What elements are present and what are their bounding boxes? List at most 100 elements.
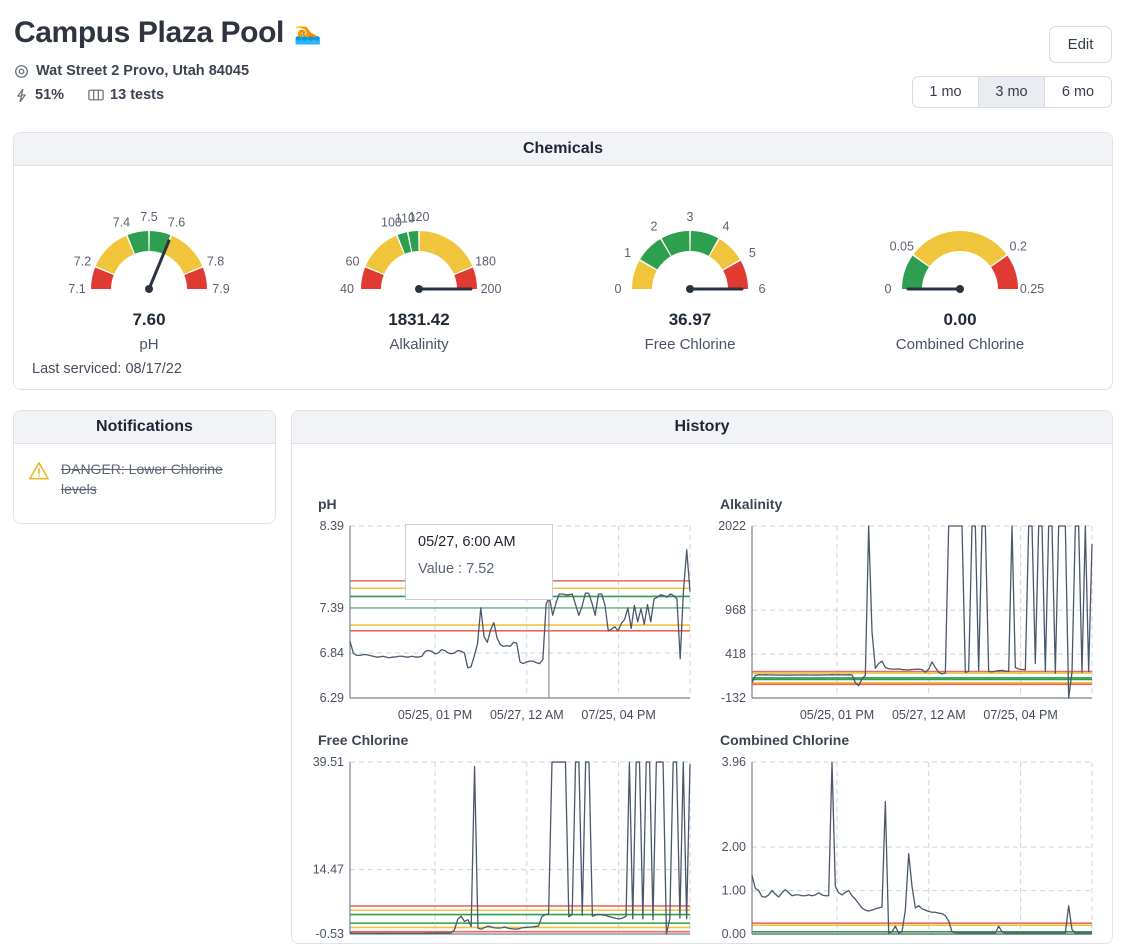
chart-y-tick-label: -0.53 xyxy=(316,927,345,941)
gauge-tick-label: 40 xyxy=(340,282,354,296)
chart-y-tick-label: 39.51 xyxy=(313,755,344,769)
gauge-tick-label: 7.8 xyxy=(207,254,224,268)
chart-plot: 0.001.002.003.9605/25, 01 PM05/27, 12 AM… xyxy=(722,755,1093,941)
stats-line: 51% 13 tests xyxy=(14,87,164,103)
gauge-label: pH xyxy=(139,336,159,353)
gauge-tick-label: 4 xyxy=(723,220,730,234)
gauge-dial: 0 1 2 3 4 5 6 xyxy=(615,210,766,296)
gauge-row: 7.1 7.2 7.4 7.5 7.6 7.8 7.9 7.60 pH 40 60 100 110 120… xyxy=(14,166,1112,353)
notifications-card: Notifications DANGER: Lower Chlorine lev… xyxy=(13,410,276,524)
gauge-ph: 7.1 7.2 7.4 7.5 7.6 7.8 7.9 7.60 pH xyxy=(14,194,284,369)
gauge-segment xyxy=(419,231,473,274)
page-header: Campus Plaza Pool 🏊 Wat Street 2 Provo, … xyxy=(0,0,1126,118)
history-card-title: History xyxy=(292,411,1112,444)
gauge-tick-label: 120 xyxy=(409,210,430,224)
gauge-tick-label: 0 xyxy=(615,282,622,296)
notifications-card-title: Notifications xyxy=(14,411,275,444)
chart-plot: -0.5314.4739.5105/25, 01 PM05/27, 12 AM0… xyxy=(313,755,691,941)
address-line: Wat Street 2 Provo, Utah 84045 xyxy=(14,63,249,79)
gauge-tick-label: 0.25 xyxy=(1020,282,1044,296)
gauge-segment xyxy=(913,231,1007,267)
range-button-3mo[interactable]: 3 mo xyxy=(979,77,1045,107)
gauge-free-chlorine: 0 1 2 3 4 5 6 36.97 Free Chlorine xyxy=(555,194,825,369)
chart-y-tick-label: 3.96 xyxy=(722,755,746,769)
chart-alkalinity: Alkalinity -132 418 968 2022 05/25, 01 PM 05/2… xyxy=(704,496,1102,736)
gauge-label: Combined Chlorine xyxy=(895,336,1025,353)
chart-y-tick-label: 8.39 xyxy=(320,519,344,533)
chart-y-tick-label: 7.39 xyxy=(320,601,344,615)
chart-y-tick-label: 418 xyxy=(725,647,746,661)
gauge-tick-label: 7.6 xyxy=(168,215,185,229)
chart-plot: -132 418 968 2022 05/25, 01 PM 05/27, 12 AM 07… xyxy=(718,519,1093,722)
gauge-tick-label: 0 xyxy=(885,282,892,296)
range-button-1mo[interactable]: 1 mo xyxy=(913,77,979,107)
chart-title: Combined Chlorine xyxy=(720,732,850,748)
chart-free-chlorine: Free Chlorine-0.5314.4739.5105/25, 01 PM… xyxy=(302,732,700,943)
gauge-dial: 4060100110120180200 xyxy=(340,210,501,296)
edit-button[interactable]: Edit xyxy=(1049,26,1112,63)
gauge-value: 1831.42 xyxy=(388,310,450,329)
chart-y-tick-label: -132 xyxy=(721,691,746,705)
chart-y-tick-label: 14.47 xyxy=(313,863,344,877)
chart-x-tick-label: 05/27, 12 AM xyxy=(892,708,966,722)
health-percent: 51% xyxy=(35,87,65,103)
range-button-6mo[interactable]: 6 mo xyxy=(1045,77,1111,107)
history-charts: pH 6.29 6.84 7.39 8.39 05/25, 01 PM 05/27, 12 … xyxy=(292,444,1112,942)
chemicals-card-title: Chemicals xyxy=(14,133,1112,166)
gauge-needle-hub xyxy=(686,285,694,293)
gauge-segment xyxy=(365,235,404,274)
gauge-tick-label: 1 xyxy=(624,246,631,260)
time-range-toggle[interactable]: 1 mo 3 mo 6 mo xyxy=(912,76,1112,108)
chart-tooltip: 05/27, 6:00 AM Value : 7.52 xyxy=(405,524,553,600)
gauge-needle-hub xyxy=(415,285,423,293)
chart-x-tick-label: 07/25, 04 PM xyxy=(983,708,1057,722)
gauge-tick-label: 7.1 xyxy=(68,282,85,296)
gauge-value: 0.00 xyxy=(943,310,977,329)
gauge-tick-label: 7.5 xyxy=(140,210,157,224)
gauge-tick-label: 7.9 xyxy=(212,282,229,296)
notification-item[interactable]: DANGER: Lower Chlorine levels xyxy=(14,444,275,516)
gauge-tick-label: 6 xyxy=(759,282,766,296)
chart-x-tick-label: 05/25, 01 PM xyxy=(398,708,472,722)
swimmer-icon: 🏊 xyxy=(293,19,322,45)
history-card: History pH 6.29 6.84 7.39 8.39 05/25, 01 PM 05… xyxy=(291,410,1113,944)
last-serviced-text: Last serviced: 08/17/22 xyxy=(32,361,182,377)
pool-detail-page: Campus Plaza Pool 🏊 Wat Street 2 Provo, … xyxy=(0,0,1126,949)
tooltip-time: 05/27, 6:00 AM xyxy=(418,534,516,550)
chart-y-tick-label: 1.00 xyxy=(722,884,746,898)
chart-y-tick-label: 2022 xyxy=(718,519,746,533)
chart-y-tick-label: 6.84 xyxy=(320,646,344,660)
chart-title: Alkalinity xyxy=(720,496,783,512)
gauge-needle-hub xyxy=(145,285,153,293)
title-row: Campus Plaza Pool 🏊 xyxy=(14,16,321,49)
gauge-tick-label: 7.4 xyxy=(113,215,130,229)
tooltip-value: Value : 7.52 xyxy=(418,561,495,577)
columns-icon xyxy=(88,88,104,102)
chart-y-tick-label: 2.00 xyxy=(722,840,746,854)
gauge-alkalinity: 40 60 100 110 120 180 200 1831.42 Alkalinity xyxy=(284,194,554,369)
chart-combined-chlorine: Combined Chlorine0.001.002.003.9605/25, … xyxy=(704,732,1102,943)
gauge-tick-label: 0.2 xyxy=(1010,240,1027,254)
map-pin-icon xyxy=(14,64,29,79)
address-text: Wat Street 2 Provo, Utah 84045 xyxy=(36,63,250,79)
chart-x-tick-label: 07/25, 04 PM xyxy=(581,708,655,722)
gauge-segment xyxy=(95,235,134,274)
chart-title: pH xyxy=(318,496,337,512)
gauge-label: Free Chlorine xyxy=(644,336,736,353)
notification-text: DANGER: Lower Chlorine levels xyxy=(61,461,223,497)
gauge-tick-label: 0.05 xyxy=(890,240,914,254)
chart-x-tick-label: 05/27, 12 AM xyxy=(490,708,564,722)
chemicals-card: Chemicals 7.1 7.2 7.4 7.5 7.6 7.8 7.9 7.60 pH 40 6… xyxy=(13,132,1113,390)
warning-triangle-icon xyxy=(28,460,50,482)
gauge-tick-label: 180 xyxy=(475,254,496,268)
gauge-tick-label: 2 xyxy=(651,220,658,234)
chart-x-tick-label: 05/25, 01 PM xyxy=(800,708,874,722)
gauge-tick-label: 5 xyxy=(749,246,756,260)
chart-ph: pH 6.29 6.84 7.39 8.39 05/25, 01 PM 05/27, 12 … xyxy=(302,496,700,736)
gauge-label: Alkalinity xyxy=(389,336,449,353)
chart-y-tick-label: 0.00 xyxy=(722,927,746,941)
tests-count: 13 tests xyxy=(110,87,165,103)
gauge-tick-label: 7.2 xyxy=(74,254,91,268)
chart-data-line xyxy=(349,761,691,935)
gauge-value: 36.97 xyxy=(668,310,712,329)
